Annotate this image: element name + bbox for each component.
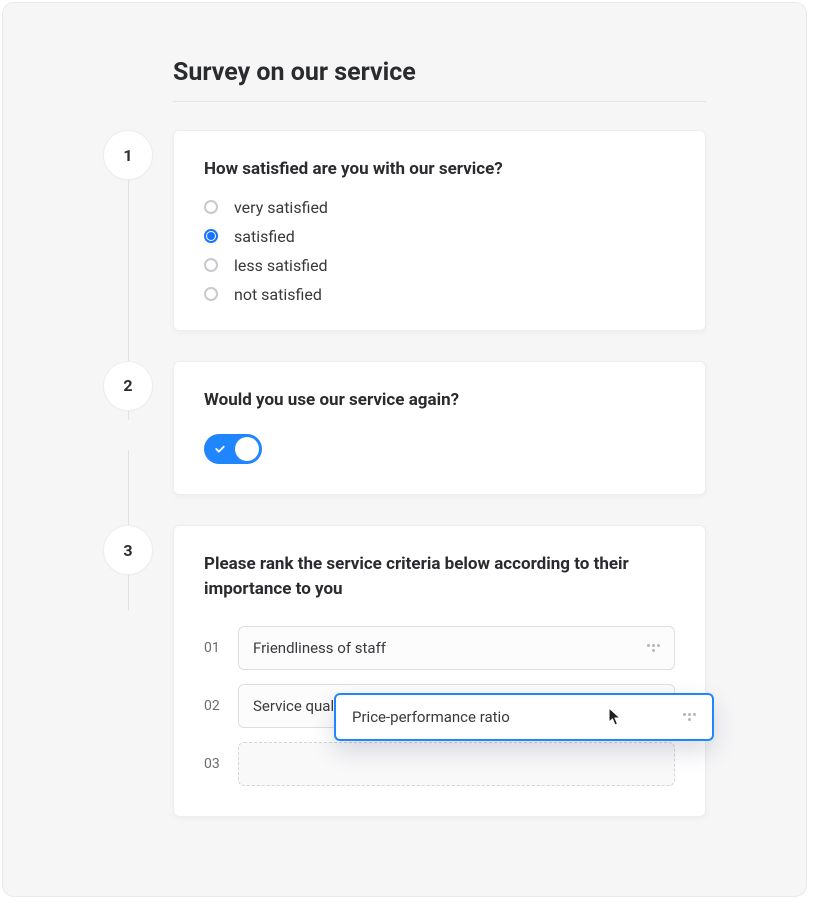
survey-container: Survey on our service 1 How satisfied ar…	[2, 2, 807, 897]
rank-drop-placeholder[interactable]	[238, 742, 675, 786]
page-title: Survey on our service	[173, 58, 706, 87]
rank-item-label: Service qualit	[253, 697, 343, 715]
toggle-use-again[interactable]	[204, 434, 262, 464]
radio-icon	[204, 200, 218, 214]
radio-label: not satisfied	[234, 285, 322, 304]
radio-icon	[204, 287, 218, 301]
radio-option-less-satisfied[interactable]: less satisfied	[204, 256, 675, 275]
step-badge-1: 1	[103, 130, 153, 180]
step-2: 2 Would you use our service again?	[103, 361, 706, 496]
rank-item-label: Friendliness of staff	[253, 639, 386, 657]
step-badge-2: 2	[103, 361, 153, 411]
radio-label: very satisfied	[234, 198, 328, 217]
question-text-1: How satisfied are you with our service?	[204, 157, 675, 182]
question-text-3: Please rank the service criteria below a…	[204, 552, 675, 601]
toggle-knob	[235, 437, 259, 461]
question-card-1: How satisfied are you with our service? …	[173, 130, 706, 331]
step-badge-3: 3	[103, 525, 153, 575]
question-card-2: Would you use our service again?	[173, 361, 706, 496]
step-3: 3 Please rank the service criteria below…	[103, 525, 706, 816]
drag-handle-icon[interactable]	[646, 641, 660, 655]
rank-number: 02	[204, 698, 238, 714]
rank-number: 03	[204, 756, 238, 772]
radio-icon-checked	[204, 229, 218, 243]
rank-item-friendliness[interactable]: Friendliness of staff	[238, 626, 675, 670]
radio-option-not-satisfied[interactable]: not satisfied	[204, 285, 675, 304]
radio-option-very-satisfied[interactable]: very satisfied	[204, 198, 675, 217]
radio-icon	[204, 258, 218, 272]
rank-item-label: Price-performance ratio	[352, 708, 510, 726]
title-divider	[173, 101, 706, 102]
steps-list: 1 How satisfied are you with our service…	[103, 130, 706, 817]
cursor-icon	[608, 707, 623, 727]
drag-handle-icon[interactable]	[682, 710, 696, 724]
question-text-2: Would you use our service again?	[204, 388, 675, 413]
radio-option-satisfied[interactable]: satisfied	[204, 227, 675, 246]
question-card-3: Please rank the service criteria below a…	[173, 525, 706, 816]
radio-label: less satisfied	[234, 256, 328, 275]
rank-row-1: 01 Friendliness of staff	[204, 626, 675, 670]
rank-row-3: 03	[204, 742, 675, 786]
check-icon	[214, 443, 226, 455]
rank-number: 01	[204, 640, 238, 656]
rank-item-dragging[interactable]: Price-performance ratio	[334, 693, 714, 741]
radio-label: satisfied	[234, 227, 295, 246]
step-1: 1 How satisfied are you with our service…	[103, 130, 706, 331]
